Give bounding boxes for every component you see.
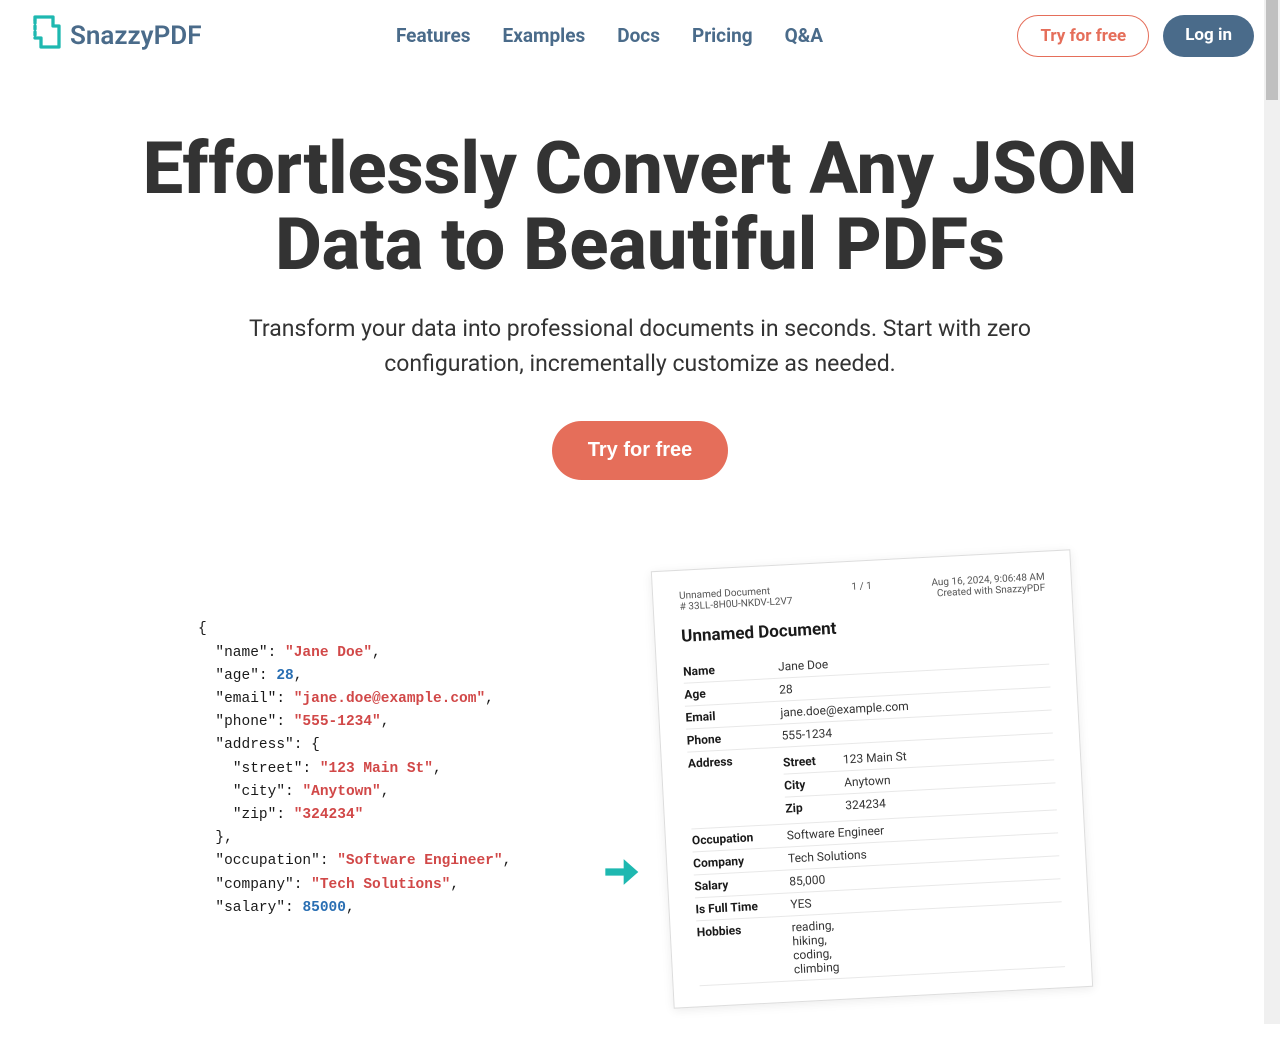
logo-icon — [26, 14, 62, 57]
hero-subtitle: Transform your data into professional do… — [240, 312, 1040, 381]
nav-examples[interactable]: Examples — [503, 24, 586, 47]
hero-title: Effortlessly Convert Any JSON Data to Be… — [130, 131, 1150, 282]
nav-features[interactable]: Features — [396, 24, 471, 47]
nav-qa[interactable]: Q&A — [785, 24, 823, 47]
main-nav: Features Examples Docs Pricing Q&A — [396, 24, 823, 47]
nav-pricing[interactable]: Pricing — [692, 24, 753, 47]
hero: Effortlessly Convert Any JSON Data to Be… — [90, 71, 1190, 500]
nav-docs[interactable]: Docs — [617, 24, 660, 47]
login-button[interactable]: Log in — [1163, 15, 1254, 57]
pdf-preview: Unnamed Document # 33LL-8H0U-NKDV-L2V7 1… — [651, 549, 1093, 1008]
pdf-header-page: 1 / 1 — [851, 581, 872, 604]
scrollbar[interactable] — [1264, 0, 1280, 1024]
try-free-button[interactable]: Try for free — [1017, 15, 1149, 57]
arrow-right-icon — [598, 640, 642, 898]
header: SnazzyPDF Features Examples Docs Pricing… — [0, 0, 1280, 71]
demo-section: { "name": "Jane Doe", "age": 28, "email"… — [40, 500, 1240, 1038]
pdf-title: Unnamed Document — [681, 608, 1048, 647]
logo[interactable]: SnazzyPDF — [26, 14, 202, 57]
logo-text: SnazzyPDF — [70, 21, 202, 51]
header-actions: Try for free Log in — [1017, 15, 1254, 57]
json-code-example: { "name": "Jane Doe", "age": 28, "email"… — [198, 618, 578, 919]
scrollbar-thumb[interactable] — [1266, 0, 1278, 100]
hero-cta-button[interactable]: Try for free — [552, 421, 728, 480]
